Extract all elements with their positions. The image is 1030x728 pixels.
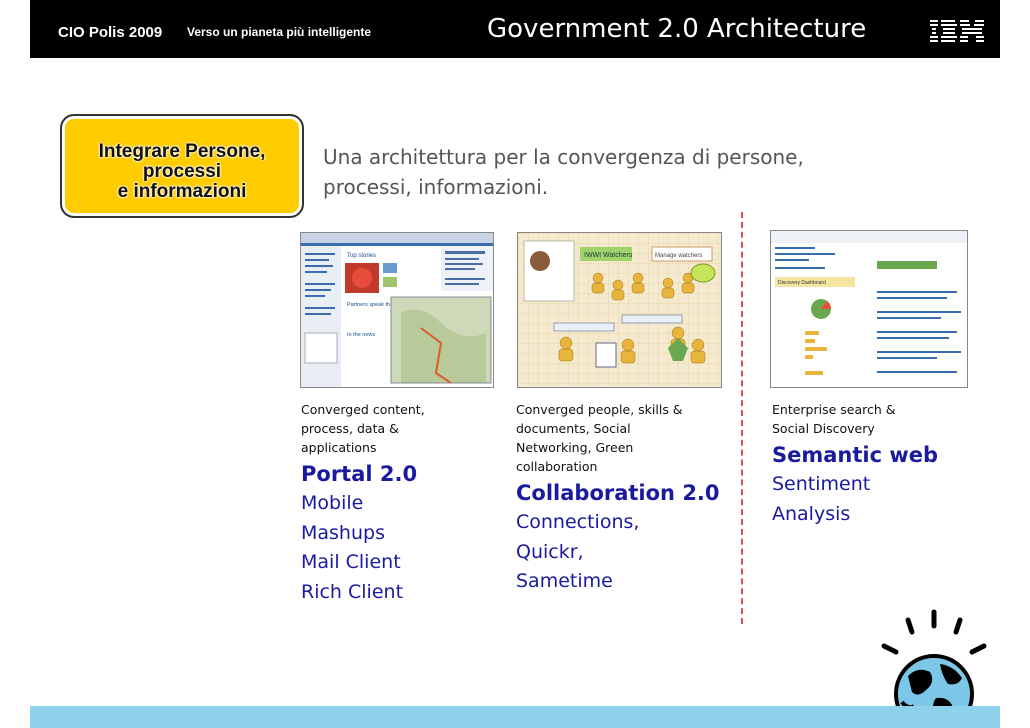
column-item: Connections, [516,511,640,533]
column-heading: Semantic web [772,443,939,467]
column-heading: Collaboration 2.0 [516,481,720,505]
event-name: CIO Polis 2009 [58,24,163,41]
column-description: Enterprise search & Social Discovery [772,402,896,436]
portal-screenshot-art: Top stories Partners speak their minds I… [301,233,493,387]
column-item: Mail Client [301,551,401,573]
column-item: Rich Client [301,580,404,603]
callout-line-2: processi [142,161,222,182]
collab-manage-watchers: Manage watchers [655,253,702,259]
collab-watchers: IWWI Watchers [584,252,633,259]
page-title: Government 2.0 Architecture [487,14,867,44]
header-subtitle: Verso un pianeta più intelligente [187,25,372,39]
ibm-logo [930,20,984,42]
collaboration-screenshot-art: IWWI Watchers Manage watchers [518,233,721,387]
column-item: Sametime [516,570,613,592]
semantic-dashboard: Discovery Dashboard [778,280,826,286]
portal-top-stories: Top stories [347,253,376,259]
column-heading: Portal 2.0 [301,462,418,486]
column-item: Quickr, [516,540,584,563]
column-description: Converged people, skills & documents, So… [516,402,683,474]
column-item: Analysis [772,502,851,525]
column-portal: Converged content, process, data & appli… [301,400,511,607]
column-item: Sentiment [772,473,871,495]
column-item: Mashups [301,521,385,544]
collaboration-screenshot: IWWI Watchers Manage watchers [517,232,722,388]
tagline: Una architettura per la convergenza di p… [323,145,804,199]
callout-line-1: Integrare Persone, [98,141,266,162]
callout-line-3: e informazioni [117,181,247,202]
semantic-screenshot: Discovery Dashboard [770,230,968,388]
column-description: Converged content, process, data & appli… [301,402,425,455]
column-semantic: Enterprise search & Social Discovery Sem… [772,400,972,529]
portal-screenshot: Top stories Partners speak their minds I… [300,232,494,388]
header-bar: CIO Polis 2009 Verso un pianeta più inte… [30,0,1000,58]
column-collaboration: Converged people, skills & documents, So… [516,400,738,597]
column-item: Mobile [301,492,364,514]
callout-box: Integrare Persone, processi e informazio… [60,114,304,218]
portal-in-the-news: In the news [347,332,375,338]
footer-bar [30,706,1000,728]
divider-line [741,212,743,624]
semantic-screenshot-art: Discovery Dashboard [771,231,967,375]
